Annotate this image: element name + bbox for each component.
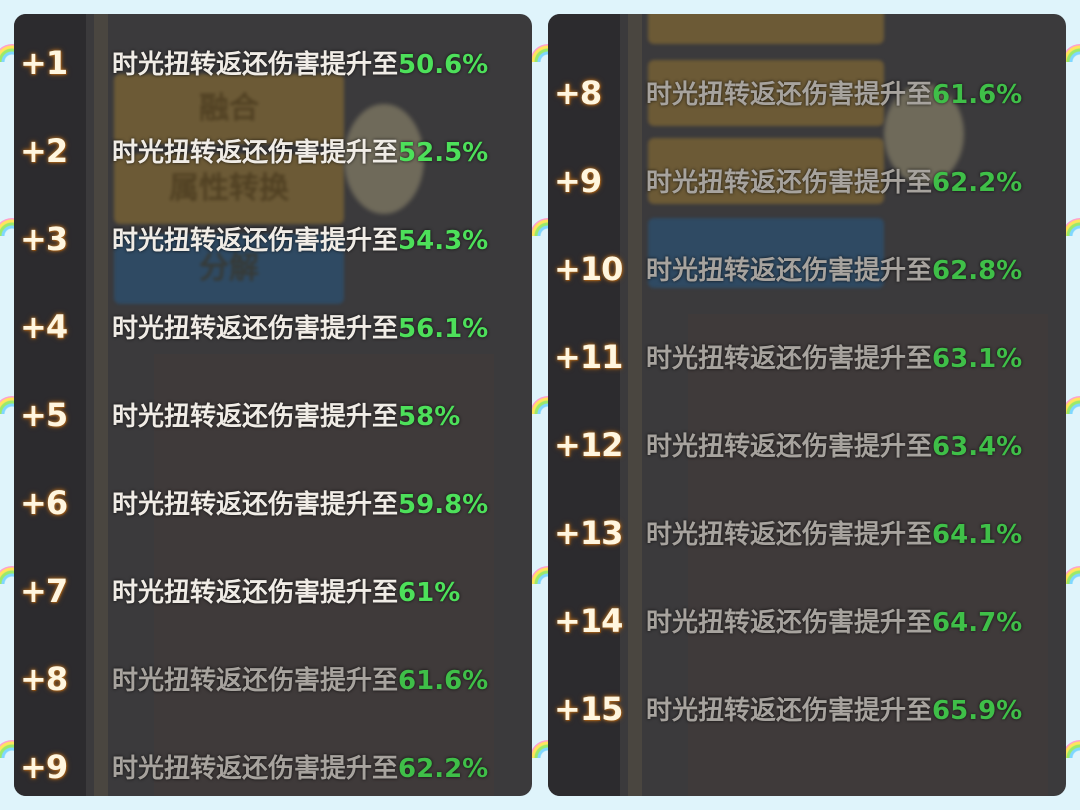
level-label: +14 [554,602,623,640]
level-label: +15 [554,690,623,728]
upgrade-row: +10 时光扭转返还伤害提升至62.8% [548,250,1066,290]
effect-text: 时光扭转返还伤害提升至63.1% [646,344,1023,374]
upgrade-list-panel-left: 融合 属性转换 分解 +1 时光扭转返还伤害提升至50.6% +2 时光扭转返还… [14,14,532,796]
effect-text: 时光扭转返还伤害提升至65.9% [646,696,1023,726]
background-strip [548,14,620,796]
effect-value: 62.2% [398,754,489,784]
background-strip [628,14,642,796]
level-label: +4 [20,308,68,346]
upgrade-row: +9 时光扭转返还伤害提升至62.2% [14,748,532,788]
level-label: +7 [20,572,68,610]
level-label: +3 [20,220,68,258]
upgrade-row: +6 时光扭转返还伤害提升至59.8% [14,484,532,524]
effect-value: 63.1% [932,344,1023,374]
effect-text: 时光扭转返还伤害提升至64.1% [646,520,1023,550]
level-label: +12 [554,426,623,464]
upgrade-row: +7 时光扭转返还伤害提升至61% [14,572,532,612]
effect-value: 61.6% [398,666,489,696]
upgrade-row: +5 时光扭转返还伤害提升至58% [14,396,532,436]
level-label: +10 [554,250,623,288]
upgrade-row: +13 时光扭转返还伤害提升至64.1% [548,514,1066,554]
upgrade-row: +4 时光扭转返还伤害提升至56.1% [14,308,532,348]
effect-value: 65.9% [932,696,1023,726]
upgrade-row: +8 时光扭转返还伤害提升至61.6% [548,74,1066,114]
background-button [648,14,884,44]
effect-value: 52.5% [398,138,489,168]
level-label: +8 [20,660,68,698]
level-label: +9 [554,162,602,200]
level-label: +11 [554,338,623,376]
effect-value: 62.2% [932,168,1023,198]
level-label: +1 [20,44,68,82]
upgrade-row: +9 时光扭转返还伤害提升至62.2% [548,162,1066,202]
upgrade-row: +1 时光扭转返还伤害提升至50.6% [14,44,532,84]
upgrade-row: +15 时光扭转返还伤害提升至65.9% [548,690,1066,730]
upgrade-row: +8 时光扭转返还伤害提升至61.6% [14,660,532,700]
upgrade-row: +12 时光扭转返还伤害提升至63.4% [548,426,1066,466]
effect-text: 时光扭转返还伤害提升至61% [112,578,461,608]
effect-value: 54.3% [398,226,489,256]
effect-text: 时光扭转返还伤害提升至58% [112,402,461,432]
effect-value: 62.8% [932,256,1023,286]
level-label: +9 [20,748,68,786]
effect-value: 58% [398,402,461,432]
blurred-game-background [548,14,1066,796]
upgrade-row: +14 时光扭转返还伤害提升至64.7% [548,602,1066,642]
upgrade-row: +3 时光扭转返还伤害提升至54.3% [14,220,532,260]
upgrade-row: +2 时光扭转返还伤害提升至52.5% [14,132,532,172]
effect-value: 56.1% [398,314,489,344]
effect-text: 时光扭转返还伤害提升至61.6% [646,80,1023,110]
effect-value: 61.6% [932,80,1023,110]
level-label: +13 [554,514,623,552]
level-label: +5 [20,396,68,434]
effect-text: 时光扭转返还伤害提升至52.5% [112,138,489,168]
effect-text: 时光扭转返还伤害提升至56.1% [112,314,489,344]
level-label: +6 [20,484,68,522]
effect-value: 64.1% [932,520,1023,550]
level-label: +8 [554,74,602,112]
effect-value: 64.7% [932,608,1023,638]
effect-value: 63.4% [932,432,1023,462]
upgrade-list-panel-right: +8 时光扭转返还伤害提升至61.6% +9 时光扭转返还伤害提升至62.2% … [548,14,1066,796]
upgrade-row: +11 时光扭转返还伤害提升至63.1% [548,338,1066,378]
effect-text: 时光扭转返还伤害提升至64.7% [646,608,1023,638]
effect-text: 时光扭转返还伤害提升至63.4% [646,432,1023,462]
effect-value: 61% [398,578,461,608]
effect-value: 50.6% [398,50,489,80]
effect-text: 时光扭转返还伤害提升至50.6% [112,50,489,80]
effect-text: 时光扭转返还伤害提升至62.2% [646,168,1023,198]
effect-text: 时光扭转返还伤害提升至54.3% [112,226,489,256]
effect-text: 时光扭转返还伤害提升至62.8% [646,256,1023,286]
effect-value: 59.8% [398,490,489,520]
effect-text: 时光扭转返还伤害提升至59.8% [112,490,489,520]
level-label: +2 [20,132,68,170]
effect-text: 时光扭转返还伤害提升至62.2% [112,754,489,784]
effect-text: 时光扭转返还伤害提升至61.6% [112,666,489,696]
